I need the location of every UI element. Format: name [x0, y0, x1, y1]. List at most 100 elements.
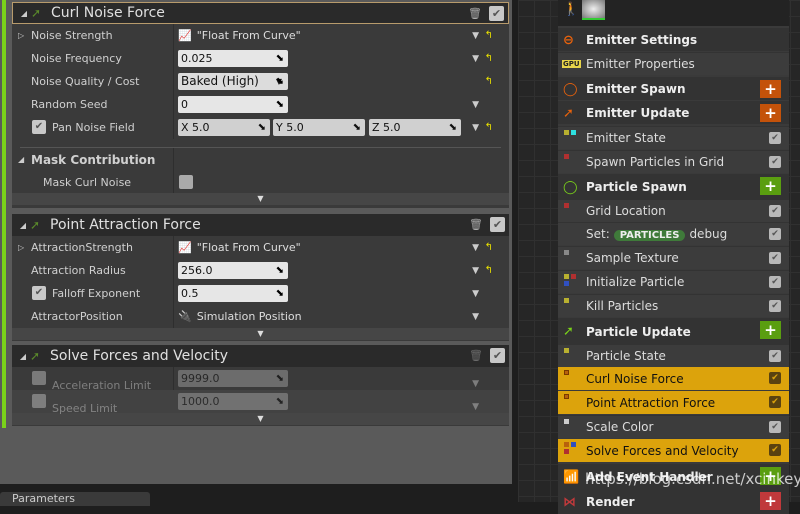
- enable-checkbox[interactable]: ✔: [769, 252, 781, 264]
- enable-checkbox[interactable]: ✔: [769, 372, 781, 384]
- dropdown-icon[interactable]: ▼: [472, 243, 479, 253]
- parameters-tab[interactable]: Parameters: [0, 492, 150, 506]
- dropdown-icon[interactable]: ▼: [472, 31, 479, 41]
- dropdown-icon: ▼: [472, 401, 479, 412]
- linked-value[interactable]: 🔌 Simulation Position: [178, 310, 302, 323]
- enable-checkbox[interactable]: ✔: [490, 348, 505, 363]
- dropdown-icon[interactable]: ▼: [472, 312, 479, 322]
- watermark: https://blog.csdn.net/xcinkey: [585, 470, 800, 488]
- falloff-checkbox[interactable]: ✔: [32, 286, 46, 300]
- y-input[interactable]: Y 5.0: [273, 119, 365, 136]
- enable-checkbox[interactable]: ✔: [490, 217, 505, 232]
- collapse-icon[interactable]: ◢: [16, 352, 30, 361]
- section-header[interactable]: ◢ ➚ Solve Forces and Velocity 🗑 ✔: [12, 345, 509, 367]
- enable-checkbox[interactable]: ✔: [769, 228, 781, 240]
- dropdown-icon[interactable]: ▼: [472, 123, 479, 133]
- dot-icon: [564, 394, 569, 399]
- collapse-icon[interactable]: ◢: [16, 221, 30, 230]
- add-button[interactable]: +: [760, 321, 781, 339]
- expand-icon[interactable]: ▷: [18, 243, 24, 252]
- stack-grid-location[interactable]: Grid Location ✔: [558, 199, 789, 222]
- stack-particle-spawn[interactable]: ◯ Particle Spawn +: [558, 174, 789, 199]
- stack-scale-color[interactable]: Scale Color ✔: [558, 415, 789, 438]
- add-button[interactable]: +: [760, 80, 781, 98]
- reset-icon[interactable]: ↰: [485, 53, 493, 64]
- enable-checkbox[interactable]: ✔: [769, 276, 781, 288]
- reset-icon[interactable]: ↰: [485, 242, 493, 253]
- section-title: Point Attraction Force: [50, 217, 201, 233]
- module-arrow-icon: ➚: [30, 349, 41, 363]
- attractor-position-row: AttractorPosition 🔌 Simulation Position ▼: [12, 305, 509, 328]
- stack-emitter-settings[interactable]: ⊖ Emitter Settings: [558, 28, 789, 51]
- noise-quality-select[interactable]: Baked (High) ▼: [178, 73, 288, 90]
- enable-checkbox[interactable]: ✔: [769, 396, 781, 408]
- falloff-exponent-input[interactable]: 0.5: [178, 285, 288, 302]
- label: Mask Contribution: [31, 152, 156, 167]
- attraction-radius-input[interactable]: 256.0: [178, 262, 288, 279]
- mask-contribution-header[interactable]: ◢ Mask Contribution: [12, 148, 509, 171]
- stack-initialize-particle[interactable]: Initialize Particle ✔: [558, 270, 789, 293]
- stack-solve-forces-velocity[interactable]: Solve Forces and Velocity ✔: [558, 439, 789, 462]
- reset-icon[interactable]: ↰: [485, 76, 493, 87]
- dropdown-icon[interactable]: ▼: [472, 54, 479, 64]
- enable-checkbox[interactable]: ✔: [769, 421, 781, 433]
- stack-particle-update[interactable]: ➚ Particle Update +: [558, 318, 789, 344]
- random-seed-input[interactable]: 0: [178, 96, 288, 113]
- dot-icon: [571, 130, 576, 135]
- plug-icon: 🔌: [178, 310, 192, 323]
- trash-icon[interactable]: 🗑: [469, 218, 483, 231]
- stack-emitter-properties[interactable]: GPU Emitter Properties: [558, 52, 789, 75]
- dropdown-icon[interactable]: ▼: [472, 100, 479, 110]
- stack-set-particles[interactable]: Set: PARTICLES debug ✔: [558, 222, 789, 245]
- stack-point-attraction-force[interactable]: Point Attraction Force ✔: [558, 391, 789, 414]
- noise-strength-row: ▷ Noise Strength 📈 "Float From Curve" ▼ ↰: [12, 24, 509, 47]
- stack-spawn-particles-grid[interactable]: Spawn Particles in Grid ✔: [558, 150, 789, 173]
- curve-value[interactable]: 📈 "Float From Curve": [178, 241, 301, 254]
- collapse-icon[interactable]: ◢: [17, 9, 31, 18]
- section-header[interactable]: ◢ ➚ Point Attraction Force 🗑 ✔: [12, 214, 509, 236]
- section-header[interactable]: ◢ ➚ Curl Noise Force 🗑 ✔: [12, 2, 509, 24]
- curve-value[interactable]: 📈 "Float From Curve": [178, 29, 301, 42]
- add-button[interactable]: +: [760, 177, 781, 195]
- dropdown-icon[interactable]: ▼: [472, 266, 479, 276]
- enable-checkbox[interactable]: ✔: [769, 300, 781, 312]
- thumbnail[interactable]: [582, 0, 605, 20]
- stack-curl-noise-force[interactable]: Curl Noise Force ✔: [558, 367, 789, 390]
- accel-checkbox[interactable]: [32, 371, 46, 385]
- stack-emitter-update[interactable]: ➚ Emitter Update +: [558, 101, 789, 124]
- speed-checkbox[interactable]: [32, 394, 46, 408]
- stack-particle-state[interactable]: Particle State ✔: [558, 344, 789, 367]
- enable-checkbox[interactable]: ✔: [769, 350, 781, 362]
- expand-advanced-button[interactable]: ▼: [12, 193, 509, 205]
- label: Random Seed: [31, 98, 108, 111]
- noise-frequency-input[interactable]: 0.025: [178, 50, 288, 67]
- enable-checkbox[interactable]: ✔: [489, 6, 504, 21]
- dropdown-icon[interactable]: ▼: [472, 289, 479, 299]
- reset-icon[interactable]: ↰: [485, 265, 493, 276]
- enable-checkbox[interactable]: ✔: [769, 444, 781, 456]
- reset-icon[interactable]: ↰: [485, 30, 493, 41]
- z-input[interactable]: Z 5.0: [369, 119, 461, 136]
- pan-noise-checkbox[interactable]: ✔: [32, 120, 46, 134]
- x-input[interactable]: X 5.0: [178, 119, 270, 136]
- trash-icon: 🗑: [469, 349, 483, 362]
- expand-icon[interactable]: ▷: [18, 31, 24, 40]
- stack-sample-texture[interactable]: Sample Texture ✔: [558, 246, 789, 269]
- stack-kill-particles[interactable]: Kill Particles ✔: [558, 294, 789, 317]
- enable-checkbox[interactable]: ✔: [769, 205, 781, 217]
- trash-icon[interactable]: 🗑: [468, 7, 482, 20]
- label: Speed Limit: [52, 401, 118, 415]
- stack-emitter-state[interactable]: Emitter State ✔: [558, 126, 789, 149]
- point-attraction-section: ◢ ➚ Point Attraction Force 🗑 ✔ ▷ AttractionSt…: [12, 214, 509, 341]
- reset-icon[interactable]: ↰: [485, 122, 493, 133]
- add-button[interactable]: +: [760, 104, 781, 122]
- mask-curl-noise-checkbox[interactable]: [179, 175, 193, 189]
- enable-checkbox[interactable]: ✔: [769, 156, 781, 168]
- expand-advanced-button[interactable]: ▼: [12, 328, 509, 340]
- expand-advanced-button[interactable]: ▼: [12, 413, 509, 425]
- collapse-icon[interactable]: ◢: [18, 155, 24, 164]
- enable-checkbox[interactable]: ✔: [769, 132, 781, 144]
- add-button[interactable]: +: [760, 492, 781, 510]
- stack-emitter-spawn[interactable]: ◯ Emitter Spawn +: [558, 77, 789, 100]
- label: Emitter Spawn: [586, 82, 686, 96]
